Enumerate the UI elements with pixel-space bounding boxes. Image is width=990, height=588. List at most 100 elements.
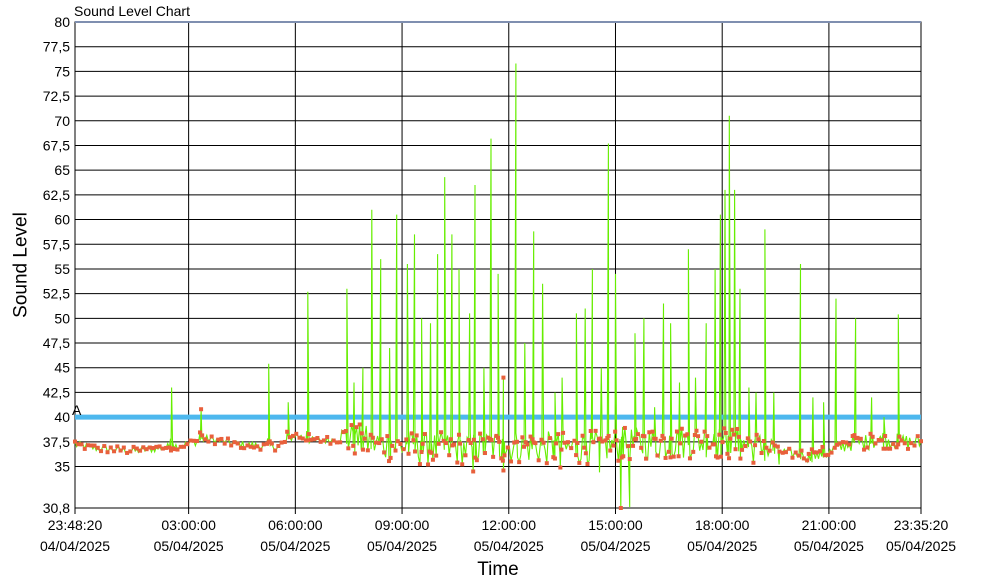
data-point xyxy=(728,436,733,441)
data-point xyxy=(583,451,588,456)
data-point xyxy=(343,429,348,434)
data-point xyxy=(723,430,728,435)
data-point xyxy=(687,456,692,461)
data-point xyxy=(679,426,684,431)
data-point xyxy=(206,439,211,444)
sound-level-chart: Sound Level Chart 80 77,5 75 72,5 70 67,5 65 62… xyxy=(11,3,957,580)
data-point xyxy=(82,446,87,451)
data-point xyxy=(406,451,411,456)
data-point xyxy=(541,440,546,445)
data-point xyxy=(661,436,666,441)
data-point xyxy=(919,439,923,444)
data-point xyxy=(548,436,553,441)
data-point xyxy=(502,453,507,458)
data-point xyxy=(471,469,476,474)
data-point xyxy=(644,456,649,461)
data-point xyxy=(398,441,403,446)
data-point xyxy=(456,432,461,437)
data-point xyxy=(736,434,741,439)
data-point xyxy=(608,448,613,453)
data-point xyxy=(357,422,362,427)
x-tick-time: 09:00:00 xyxy=(375,517,430,533)
data-point xyxy=(613,429,618,434)
data-point xyxy=(727,456,732,461)
data-point xyxy=(717,432,722,437)
data-point xyxy=(865,445,870,450)
data-point xyxy=(128,449,133,454)
data-point xyxy=(505,445,510,450)
data-point xyxy=(436,441,441,446)
x-tick-time: 21:00:00 xyxy=(802,517,857,533)
y-tick-label: 80 xyxy=(54,14,70,30)
data-point xyxy=(674,429,679,434)
data-point xyxy=(753,443,758,448)
x-tick-time: 06:00:00 xyxy=(268,517,323,533)
data-point xyxy=(611,443,616,448)
data-point xyxy=(642,434,647,439)
data-point xyxy=(818,449,823,454)
data-point xyxy=(434,453,439,458)
data-point xyxy=(915,434,920,439)
data-point xyxy=(258,447,263,452)
x-tick-date: 05/04/2025 xyxy=(154,538,224,554)
data-point xyxy=(593,428,598,433)
data-point xyxy=(212,442,217,447)
data-point xyxy=(733,447,738,452)
data-point xyxy=(558,465,563,470)
y-tick-label: 65 xyxy=(54,162,70,178)
data-point xyxy=(666,449,671,454)
data-point xyxy=(417,462,422,467)
data-point xyxy=(556,432,561,437)
data-point xyxy=(185,442,190,447)
x-tick-time: 15:00:00 xyxy=(588,517,643,533)
data-point xyxy=(748,439,753,444)
data-point xyxy=(429,450,434,455)
data-point xyxy=(767,448,772,453)
data-point xyxy=(413,449,418,454)
data-point xyxy=(430,457,435,462)
data-point xyxy=(401,447,406,452)
data-point xyxy=(419,449,424,454)
data-point xyxy=(699,439,704,444)
data-point xyxy=(731,432,736,437)
data-point xyxy=(635,432,640,437)
y-tick-label: 77,5 xyxy=(43,39,70,55)
y-tick-label: 30,8 xyxy=(43,500,70,516)
x-tick-date: 04/04/2025 xyxy=(40,538,110,554)
data-point xyxy=(338,440,343,445)
data-point xyxy=(325,434,330,439)
data-point xyxy=(896,442,901,447)
data-point xyxy=(577,460,582,465)
data-point xyxy=(448,437,453,442)
data-point xyxy=(200,433,205,438)
data-point xyxy=(273,448,278,453)
data-point xyxy=(565,440,570,445)
y-tick-label: 72,5 xyxy=(43,88,70,104)
data-point xyxy=(669,436,674,441)
data-point xyxy=(912,443,917,448)
data-point xyxy=(404,437,409,442)
data-point xyxy=(730,427,735,432)
data-point xyxy=(622,425,627,430)
x-tick-date: 05/04/2025 xyxy=(367,538,437,554)
data-point xyxy=(359,431,364,436)
x-tick-time: 18:00:00 xyxy=(695,517,750,533)
data-point xyxy=(621,454,626,459)
data-point xyxy=(500,458,505,463)
data-point xyxy=(269,441,274,446)
data-point xyxy=(452,442,457,447)
data-point xyxy=(382,450,387,455)
y-axis-ticks: 80 77,5 75 72,5 70 67,5 65 62,5 60 57,5 55 52,5 50 47… xyxy=(43,14,70,516)
data-point xyxy=(676,454,681,459)
data-point xyxy=(588,428,593,433)
y-tick-label: 67,5 xyxy=(43,137,70,153)
data-point xyxy=(544,461,549,466)
y-tick-label: 60 xyxy=(54,212,70,228)
data-point xyxy=(631,443,636,448)
data-point xyxy=(115,444,120,449)
data-point xyxy=(285,429,290,434)
data-point xyxy=(458,441,463,446)
data-point xyxy=(390,443,395,448)
data-point xyxy=(474,458,479,463)
data-point xyxy=(806,451,811,456)
